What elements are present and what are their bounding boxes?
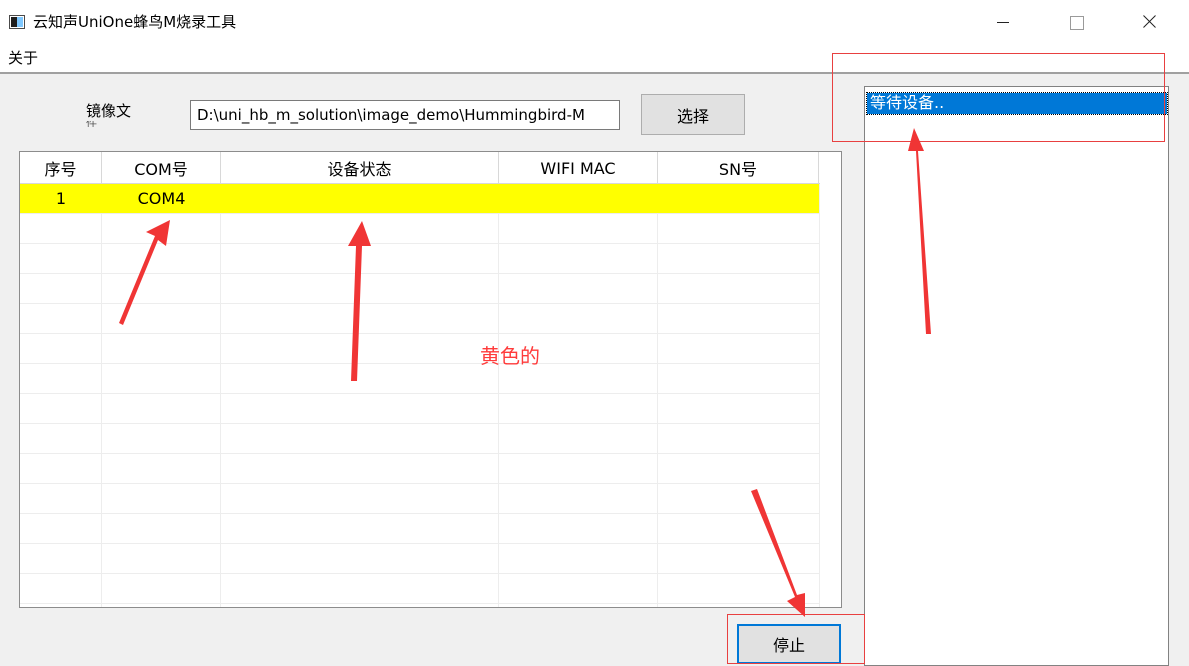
table-header: 序号 COM号 设备状态 WIFI MAC SN号 xyxy=(20,152,820,184)
grid-line xyxy=(20,243,820,244)
grid-line xyxy=(819,184,820,607)
grid-line xyxy=(20,513,820,514)
cell-sn xyxy=(658,184,819,213)
grid-line xyxy=(20,423,820,424)
grid-line xyxy=(220,184,221,607)
column-header-status[interactable]: 设备状态 xyxy=(221,152,499,184)
close-icon[interactable] xyxy=(1126,0,1172,44)
grid-line xyxy=(20,453,820,454)
app-icon xyxy=(9,15,25,29)
device-table: 序号 COM号 设备状态 WIFI MAC SN号 1 COM4 xyxy=(19,151,842,608)
grid-line xyxy=(101,184,102,607)
grid-line xyxy=(20,333,820,334)
grid-line xyxy=(657,184,658,607)
select-button[interactable]: 选择 xyxy=(641,94,745,135)
grid-line xyxy=(20,303,820,304)
grid-line xyxy=(20,483,820,484)
title-bar: 云知声UniOne蜂鸟M烧录工具 xyxy=(0,0,1189,44)
menu-item-about[interactable]: 关于 xyxy=(8,48,38,68)
cell-index: 1 xyxy=(55,189,67,208)
maximize-icon[interactable] xyxy=(1053,0,1099,44)
status-list[interactable]: 等待设备.. xyxy=(864,86,1169,666)
image-file-label-overflow: 件 xyxy=(86,121,106,127)
grid-line xyxy=(20,393,820,394)
grid-line xyxy=(20,573,820,574)
image-file-label: 镜像文 xyxy=(86,102,132,120)
annotation-box xyxy=(727,614,865,664)
column-header-index[interactable]: 序号 xyxy=(20,152,102,184)
image-path-input[interactable] xyxy=(190,100,620,130)
column-header-wifi-mac[interactable]: WIFI MAC xyxy=(499,152,658,184)
window-title: 云知声UniOne蜂鸟M烧录工具 xyxy=(33,13,237,31)
cell-com: COM4 xyxy=(137,189,186,208)
column-header-com[interactable]: COM号 xyxy=(102,152,221,184)
cell-wifi-mac xyxy=(499,184,658,213)
grid-line xyxy=(20,603,820,604)
annotation-box xyxy=(832,53,1165,142)
grid-line xyxy=(20,213,820,214)
cell-status xyxy=(221,184,499,213)
minimize-icon[interactable] xyxy=(980,0,1026,44)
annotation-note: 黄色的 xyxy=(480,344,540,368)
grid-line xyxy=(20,543,820,544)
grid-line xyxy=(20,273,820,274)
grid-line xyxy=(20,363,820,364)
column-header-sn[interactable]: SN号 xyxy=(658,152,819,184)
grid-line xyxy=(498,184,499,607)
